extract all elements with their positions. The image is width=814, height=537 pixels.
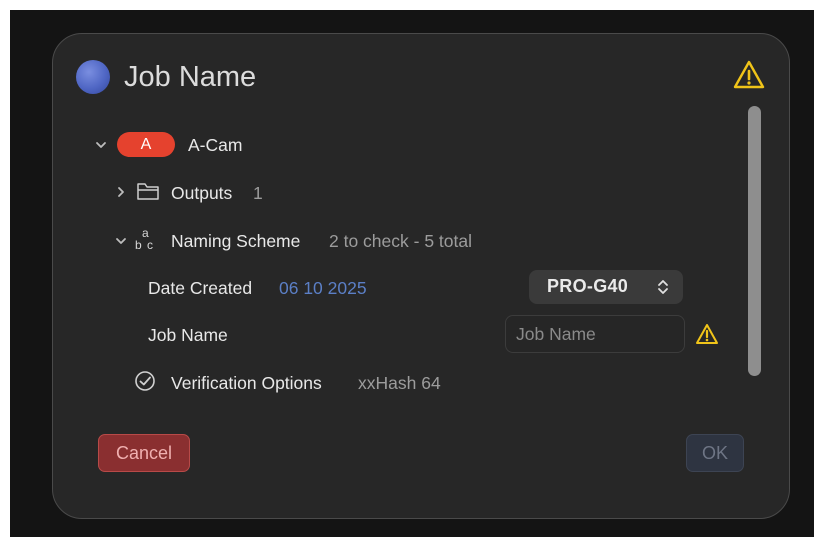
- camera-model-select[interactable]: PRO-G40: [529, 270, 683, 304]
- updown-chevron-icon: [658, 280, 668, 294]
- warning-triangle-icon: [733, 60, 765, 89]
- cancel-button[interactable]: Cancel: [98, 434, 190, 472]
- verification-value: xxHash 64: [358, 373, 441, 393]
- chevron-down-icon[interactable]: [114, 234, 128, 248]
- date-created-value: 06 10 2025: [279, 278, 367, 298]
- date-created-label: Date Created: [148, 278, 253, 298]
- dialog-title: Job Name: [124, 61, 257, 93]
- svg-text:b: b: [135, 238, 142, 252]
- blue-circle-icon: [76, 60, 110, 94]
- checkmark-circle-icon: [135, 371, 155, 391]
- verification-label[interactable]: Verification Options: [171, 372, 322, 394]
- chevron-down-icon[interactable]: [94, 138, 108, 152]
- naming-scheme-icon: a b c: [135, 226, 153, 252]
- camera-label[interactable]: A-Cam: [188, 134, 242, 156]
- naming-scheme-label[interactable]: Naming Scheme: [171, 230, 300, 252]
- chevron-right-icon[interactable]: [114, 185, 128, 199]
- folder-icon: [137, 183, 159, 200]
- outputs-count: 1: [253, 183, 263, 203]
- camera-badge: A: [117, 132, 175, 157]
- job-name-input[interactable]: [505, 315, 685, 353]
- ok-button[interactable]: OK: [686, 434, 744, 472]
- scrollbar-thumb[interactable]: [748, 106, 761, 376]
- outputs-label[interactable]: Outputs: [171, 182, 232, 204]
- warning-triangle-icon: [696, 324, 718, 344]
- naming-scheme-detail: 2 to check - 5 total: [329, 231, 472, 251]
- select-value: PRO-G40: [547, 276, 629, 296]
- job-name-label: Job Name: [148, 325, 228, 345]
- svg-text:c: c: [147, 238, 153, 252]
